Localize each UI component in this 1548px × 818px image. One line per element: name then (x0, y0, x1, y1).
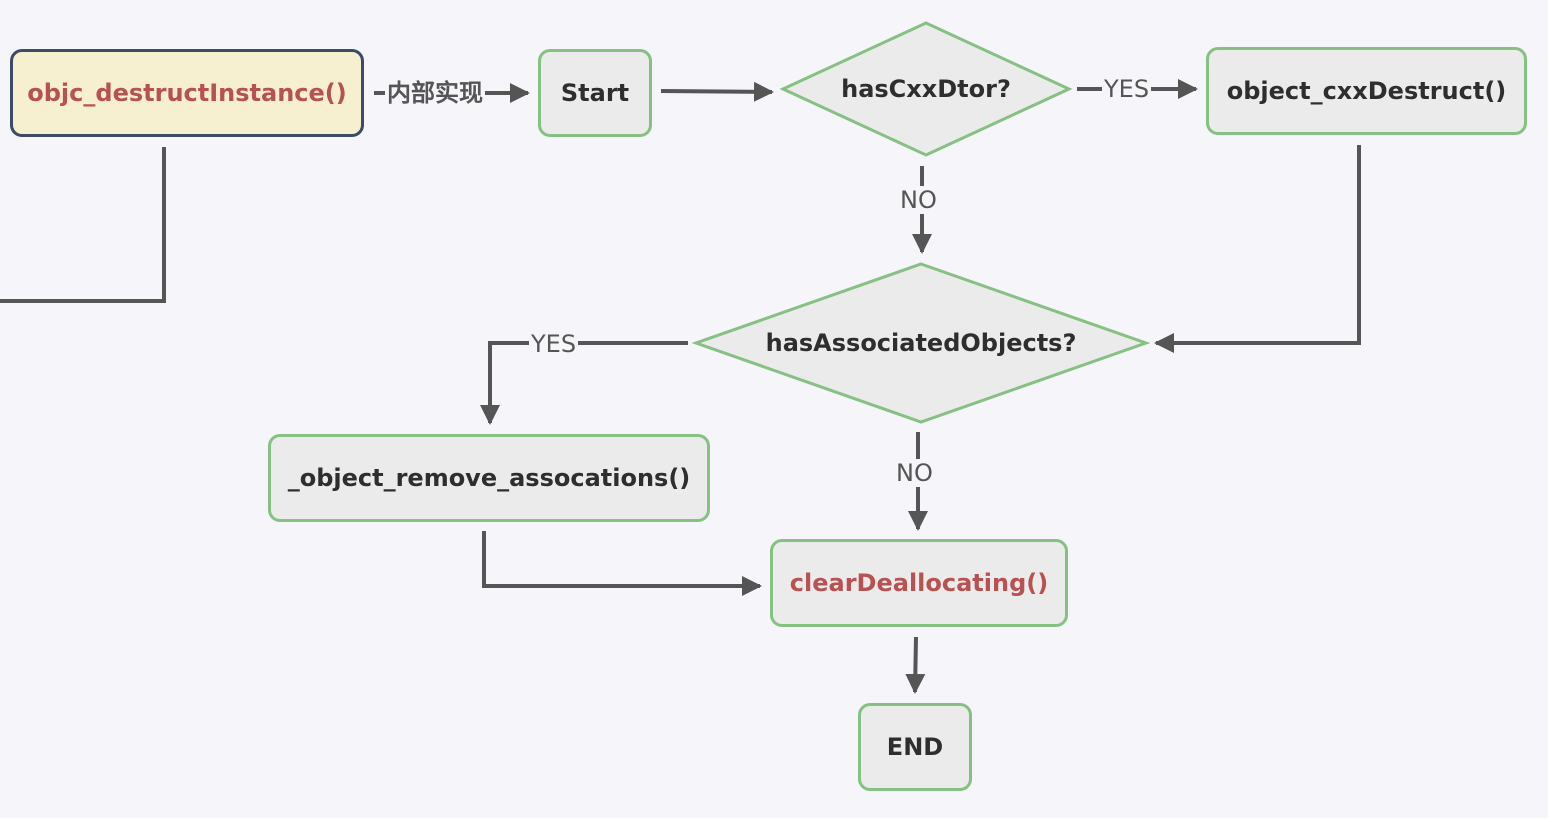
edge-removeassoc-to-cleardealloc (482, 531, 762, 596)
edge-entry-offscreen (0, 147, 166, 303)
edge-label-cxx-no: NO (898, 186, 939, 214)
node-object-cxx-destruct[interactable]: object_cxxDestruct() (1206, 47, 1527, 135)
decision-hascxxdtor-label: hasCxxDtor? (841, 75, 1011, 103)
edge-label-assoc-yes: YES (529, 330, 579, 358)
edge-start-to-hascxxdtor (660, 81, 774, 102)
node-start-label: Start (560, 79, 630, 107)
node-object-cxx-destruct-label: object_cxxDestruct() (1226, 77, 1507, 105)
node-start[interactable]: Start (538, 49, 652, 137)
edge-label-cxx-yes: YES (1102, 75, 1152, 103)
edge-label-impl: 内部实现 (385, 79, 485, 107)
node-objc-destruct-instance-label: objc_destructInstance() (27, 79, 347, 107)
decision-hasassociatedobjects[interactable]: hasAssociatedObjects? (696, 314, 1146, 372)
node-clear-deallocating-label: clearDeallocating() (789, 569, 1049, 597)
edge-hasassociated-yes (480, 341, 688, 425)
node-object-remove-assocations-label: _object_remove_assocations() (287, 464, 691, 492)
decision-hasassociatedobjects-label: hasAssociatedObjects? (765, 329, 1077, 357)
flowchart-canvas: 内部实现 YES NO YES NO objc_destructInstance… (0, 0, 1548, 818)
node-object-remove-assocations[interactable]: _object_remove_assocations() (268, 434, 710, 522)
node-clear-deallocating[interactable]: clearDeallocating() (770, 539, 1068, 627)
edge-cxxdestruct-to-hasassociated (1154, 145, 1361, 353)
node-end[interactable]: END (858, 703, 972, 791)
node-end-label: END (886, 733, 944, 761)
node-objc-destruct-instance[interactable]: objc_destructInstance() (10, 49, 364, 137)
edge-cleardealloc-to-end (905, 636, 926, 694)
decision-hascxxdtor[interactable]: hasCxxDtor? (783, 60, 1069, 118)
edge-label-assoc-no: NO (894, 459, 935, 487)
